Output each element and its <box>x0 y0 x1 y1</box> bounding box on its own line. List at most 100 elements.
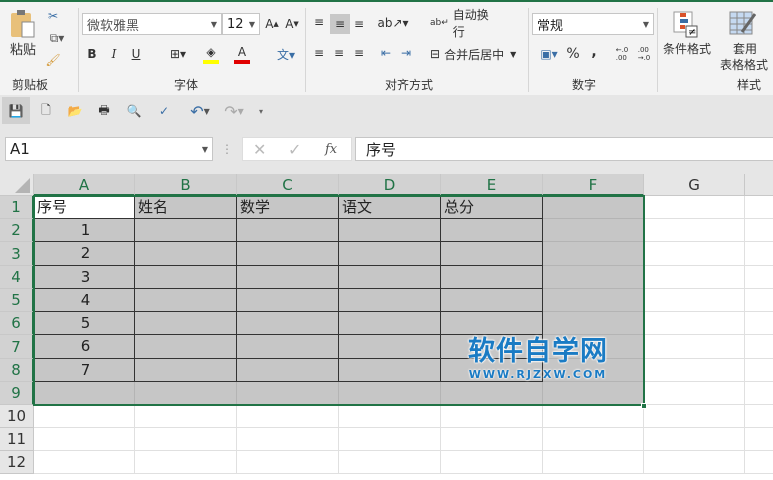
cell-B3[interactable] <box>135 242 237 266</box>
name-box[interactable]: A1 ▼ <box>5 137 213 161</box>
cell-A1[interactable]: 序号 <box>34 196 135 219</box>
align-left-icon[interactable]: ≡ <box>312 45 326 61</box>
cell-D2[interactable] <box>339 219 441 242</box>
cell-E10[interactable] <box>441 405 543 428</box>
cell-A4[interactable]: 3 <box>34 266 135 289</box>
merge-center-button[interactable]: ⊟ 合并后居中 ▼ <box>430 45 522 63</box>
cell-G3[interactable] <box>644 242 745 266</box>
row-header-4[interactable]: 4 <box>0 266 34 289</box>
enter-icon[interactable]: ✓ <box>288 140 301 159</box>
cell-E12[interactable] <box>441 451 543 474</box>
cell-A3[interactable]: 2 <box>34 242 135 266</box>
column-header-E[interactable]: E <box>441 174 543 196</box>
align-bottom-icon[interactable]: ≡ <box>352 16 366 32</box>
cell-B5[interactable] <box>135 289 237 312</box>
column-header-B[interactable]: B <box>135 174 237 196</box>
row-header-9[interactable]: 9 <box>0 382 34 405</box>
cell-H11[interactable] <box>745 428 773 451</box>
cell-C3[interactable] <box>237 242 339 266</box>
cell-C10[interactable] <box>237 405 339 428</box>
cell-C12[interactable] <box>237 451 339 474</box>
cell-F3[interactable] <box>543 242 644 266</box>
cell-F5[interactable] <box>543 289 644 312</box>
fill-color-icon[interactable]: ◈ <box>203 44 219 64</box>
format-as-table-line1[interactable]: 套用 <box>730 40 760 56</box>
phonetic-icon[interactable]: 文▾ <box>274 45 298 63</box>
row-header-7[interactable]: 7 <box>0 335 34 359</box>
new-file-icon[interactable]: 🗋 <box>37 101 55 121</box>
cell-H8[interactable] <box>745 359 773 382</box>
row-header-8[interactable]: 8 <box>0 359 34 382</box>
cell-A9[interactable] <box>34 382 135 405</box>
cell-F2[interactable] <box>543 219 644 242</box>
cell-G8[interactable] <box>644 359 745 382</box>
row-header-10[interactable]: 10 <box>0 405 34 428</box>
cell-G4[interactable] <box>644 266 745 289</box>
cell-H2[interactable] <box>745 219 773 242</box>
column-header-A[interactable]: A <box>34 174 135 196</box>
cell-H10[interactable] <box>745 405 773 428</box>
increase-font-icon[interactable]: A ▲ <box>264 15 280 33</box>
row-header-3[interactable]: 3 <box>0 242 34 266</box>
cell-D3[interactable] <box>339 242 441 266</box>
formula-input[interactable]: 序号 <box>355 137 773 161</box>
format-as-table-line2[interactable]: 表格格式 <box>712 56 773 72</box>
cell-G7[interactable] <box>644 335 745 359</box>
cell-E6[interactable] <box>441 312 543 335</box>
cell-F7[interactable] <box>543 335 644 359</box>
cell-D9[interactable] <box>339 382 441 405</box>
accounting-icon[interactable]: ▣▾ <box>534 45 564 63</box>
column-header-G[interactable]: G <box>644 174 745 196</box>
cell-A7[interactable]: 6 <box>34 335 135 359</box>
cell-E3[interactable] <box>441 242 543 266</box>
cell-H12[interactable] <box>745 451 773 474</box>
cell-B10[interactable] <box>135 405 237 428</box>
copy-icon[interactable]: ⧉▾ <box>45 30 69 46</box>
column-header-D[interactable]: D <box>339 174 441 196</box>
cell-A6[interactable]: 5 <box>34 312 135 335</box>
underline-button[interactable]: U <box>128 45 144 63</box>
cell-F10[interactable] <box>543 405 644 428</box>
increase-indent-icon[interactable]: ⇥ <box>398 45 414 61</box>
cut-icon[interactable]: ✂ <box>45 8 61 24</box>
save-icon[interactable]: 💾 <box>2 97 30 124</box>
cell-H1[interactable] <box>745 196 773 219</box>
number-format-select[interactable]: 常规 ▼ <box>532 13 654 35</box>
cell-A10[interactable] <box>34 405 135 428</box>
cell-B8[interactable] <box>135 359 237 382</box>
column-header-C[interactable]: C <box>237 174 339 196</box>
cell-E8[interactable] <box>441 359 543 382</box>
font-color-button[interactable]: A <box>234 44 250 64</box>
cell-H5[interactable] <box>745 289 773 312</box>
row-header-12[interactable]: 12 <box>0 451 34 474</box>
cell-C6[interactable] <box>237 312 339 335</box>
paste-icon[interactable] <box>8 8 38 40</box>
orientation-icon[interactable]: ab↗▾ <box>377 14 408 32</box>
open-folder-icon[interactable]: 📂 <box>66 101 84 121</box>
cell-E9[interactable] <box>441 382 543 405</box>
cell-F12[interactable] <box>543 451 644 474</box>
cell-E2[interactable] <box>441 219 543 242</box>
align-top-icon[interactable]: ≡ <box>312 14 326 30</box>
cell-G1[interactable] <box>644 196 745 219</box>
conditional-format-button[interactable]: 条件格式 <box>660 40 714 56</box>
percent-button[interactable]: % <box>565 45 581 63</box>
print-preview-icon[interactable]: 🔍 <box>125 101 143 121</box>
select-all-button[interactable] <box>0 174 34 196</box>
cell-G10[interactable] <box>644 405 745 428</box>
row-header-6[interactable]: 6 <box>0 312 34 335</box>
cell-H7[interactable] <box>745 335 773 359</box>
cell-A11[interactable] <box>34 428 135 451</box>
cell-D4[interactable] <box>339 266 441 289</box>
cell-D6[interactable] <box>339 312 441 335</box>
cell-C11[interactable] <box>237 428 339 451</box>
undo-icon[interactable]: ↶ ▼ <box>186 101 214 121</box>
cell-E1[interactable]: 总分 <box>441 196 543 219</box>
cell-C8[interactable] <box>237 359 339 382</box>
cell-B1[interactable]: 姓名 <box>135 196 237 219</box>
cell-F1[interactable] <box>543 196 644 219</box>
cell-A8[interactable]: 7 <box>34 359 135 382</box>
cell-G12[interactable] <box>644 451 745 474</box>
cell-F6[interactable] <box>543 312 644 335</box>
cell-F4[interactable] <box>543 266 644 289</box>
